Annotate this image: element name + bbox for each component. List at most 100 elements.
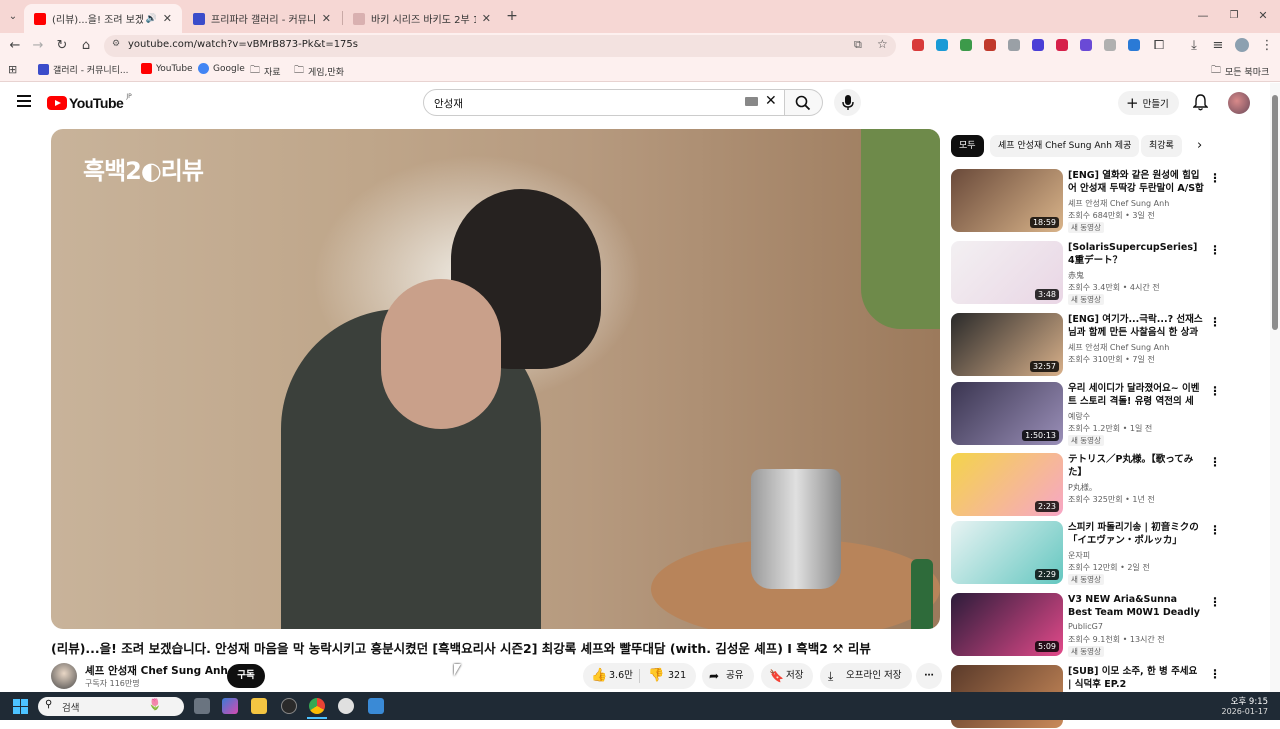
more-actions-icon[interactable]: ⋯ [916, 663, 942, 689]
recommendation-title[interactable]: [SolarisSupercupSeries] 4重デート？ [1068, 241, 1204, 267]
chip-choi-kangrok[interactable]: 최강록 [1141, 135, 1182, 157]
audio-playing-icon[interactable]: 🔊 [146, 14, 157, 24]
video-thumbnail[interactable]: 5:09 [951, 593, 1063, 656]
close-tab-icon[interactable]: ✕ [163, 12, 172, 25]
more-options-icon[interactable]: ⋮ [1209, 315, 1221, 329]
scrollbar-thumb[interactable] [1272, 95, 1278, 330]
tab-search-icon[interactable]: ⌄ [4, 8, 22, 26]
home-icon[interactable]: ⌂ [77, 37, 95, 55]
recommendation-channel[interactable]: 셰프 안성재 Chef Sung Anh [1068, 198, 1169, 209]
bookmark-folder-resources[interactable]: 🗀 자료 [250, 63, 281, 80]
youtube-logo[interactable]: YouTube JP [47, 93, 132, 111]
back-icon[interactable]: ← [6, 37, 24, 55]
recommendation-card[interactable]: 2:29 스피키 파돌리기송 | 初音ミクの「イエヴァン・ポルッカ」 운자피 조회수 … [951, 521, 1221, 585]
recommendation-channel[interactable]: 셰프 안성재 Chef Sung Anh [1068, 342, 1169, 353]
extension-icon[interactable] [1032, 39, 1044, 51]
extensions-puzzle-icon[interactable]: ⧠ [1150, 37, 1168, 55]
account-avatar[interactable] [1228, 92, 1250, 114]
recommendation-title[interactable]: テトリス／P丸様。【歌ってみた】 [1068, 453, 1204, 479]
app-icon[interactable] [338, 698, 354, 714]
channel-name[interactable]: 셰프 안성재 Chef Sung Anh [85, 663, 228, 678]
extension-icon[interactable] [912, 39, 924, 51]
recommendation-title[interactable]: 우리 세이디가 달라졌어요~ 이벤트 스토리 격돌! 유령 역전의 세상! ..… [1068, 382, 1204, 408]
recommendation-title[interactable]: [SUB] 이모 소주, 한 병 주세요 | 식덕후 EP.2 [1068, 665, 1204, 691]
bookmark-youtube[interactable]: YouTube [141, 63, 193, 74]
extension-icon[interactable] [1056, 39, 1068, 51]
reload-icon[interactable]: ↻ [53, 37, 71, 55]
page-scrollbar[interactable] [1270, 83, 1280, 692]
dislike-icon[interactable]: 👎 [648, 663, 664, 689]
bookmark-gallery[interactable]: 갤러리 - 커뮤니티... [38, 63, 129, 76]
subscribe-button[interactable]: 구독 [227, 664, 265, 688]
app-icon[interactable] [368, 698, 384, 714]
video-thumbnail[interactable]: 2:23 [951, 453, 1063, 516]
recommendation-channel[interactable]: 赤鬼 [1068, 270, 1084, 281]
video-thumbnail[interactable]: 2:29 [951, 521, 1063, 584]
like-icon[interactable]: 👍 [591, 663, 607, 689]
close-tab-icon[interactable]: ✕ [482, 12, 491, 25]
extension-icon[interactable] [960, 39, 972, 51]
recommendation-card[interactable]: 2:23 テトリス／P丸様。【歌ってみた】 P丸様。 조회수 325만회 • 1년 전… [951, 453, 1221, 517]
site-info-icon[interactable]: ⚙ [112, 39, 120, 49]
share-button[interactable]: ➦ 공유 [702, 663, 754, 689]
minimize-icon[interactable]: — [1194, 7, 1212, 25]
chrome-icon[interactable] [309, 698, 325, 714]
restore-icon[interactable]: ❐ [1225, 7, 1243, 25]
forward-icon[interactable]: → [29, 37, 47, 55]
downloads-icon[interactable]: ⤓ [1185, 37, 1203, 55]
chip-channel[interactable]: 셰프 안성재 Chef Sung Anh 제공 [990, 135, 1140, 157]
address-bar[interactable]: ⚙ youtube.com/watch?v=vBMrB873-Pk&t=175s… [104, 35, 896, 57]
recommendation-card[interactable]: 18:59 [ENG] 열화와 같은 원성에 힘입어 안성재 두딱강 두란말이 A… [951, 169, 1221, 233]
recommendation-title[interactable]: V3 NEW Aria&Sunna Best Team M0W1 Deadly … [1068, 593, 1204, 619]
extension-icon[interactable] [1008, 39, 1020, 51]
bookmark-folder-games[interactable]: 🗀 게임,만화 [294, 63, 344, 80]
extension-icon[interactable] [1104, 39, 1116, 51]
task-view-icon[interactable] [194, 698, 210, 714]
clock-date[interactable]: 2026-01-17 [1212, 707, 1269, 716]
dislike-count[interactable]: 321 [668, 663, 686, 689]
extension-icon[interactable] [1080, 39, 1092, 51]
offline-download-button[interactable]: ⤓ 오프라인 저장 [820, 663, 912, 689]
close-tab-icon[interactable]: ✕ [322, 12, 331, 25]
recommendation-channel[interactable]: 운자피 [1068, 550, 1090, 561]
video-thumbnail[interactable]: 18:59 [951, 169, 1063, 232]
clock-time[interactable]: 오후 9:15 [1222, 695, 1268, 707]
download-extension-icon[interactable] [1128, 39, 1140, 51]
recommendation-card[interactable]: 3:48 [SolarisSupercupSeries] 4重デート？ 赤鬼 조회수 … [951, 241, 1221, 305]
all-bookmarks-button[interactable]: 🗀 모든 북마크 [1211, 63, 1269, 80]
recommendation-card[interactable]: 1:50:13 우리 세이디가 달라졌어요~ 이벤트 스토리 격돌! 유령 역전의… [951, 382, 1221, 446]
notifications-bell-icon[interactable] [1192, 94, 1209, 115]
recommendation-title[interactable]: [ENG] 열화와 같은 원성에 힘입어 안성재 두딱강 두란말이 A/S합니.… [1068, 169, 1204, 195]
taskbar-search-box[interactable]: ⚲ 검색 🌷 [38, 697, 184, 716]
cast-icon[interactable]: ⧉ [854, 38, 862, 52]
profile-avatar[interactable] [1235, 38, 1249, 52]
windows-start-icon[interactable] [13, 699, 28, 714]
extension-icon[interactable] [936, 39, 948, 51]
clear-search-icon[interactable]: ✕ [765, 93, 777, 109]
recommendation-channel[interactable]: 예랑수 [1068, 411, 1090, 422]
more-options-icon[interactable]: ⋮ [1209, 667, 1221, 681]
more-options-icon[interactable]: ⋮ [1209, 595, 1221, 609]
recommendation-title[interactable]: [ENG] 여기가...극락...? 선재스님과 함께 만든 사찰음식 한 상과… [1068, 313, 1204, 339]
tab-prifara-gallery[interactable]: 프리파라 갤러리 - 커뮤니티 포 ✕ [183, 4, 341, 33]
recommendation-channel[interactable]: PublicG7 [1068, 622, 1103, 631]
like-count[interactable]: 3.6만 [609, 663, 633, 689]
create-button[interactable]: + 만들기 [1118, 91, 1179, 115]
recommendation-card[interactable]: 32:57 [ENG] 여기가...극락...? 선재스님과 함께 만든 사찰음식… [951, 313, 1221, 377]
file-explorer-icon[interactable] [251, 698, 267, 714]
bookmark-star-icon[interactable]: ☆ [877, 37, 888, 51]
keyboard-icon[interactable] [745, 97, 758, 106]
search-button[interactable] [785, 89, 823, 116]
new-tab-icon[interactable]: + [503, 7, 521, 25]
tab-baki[interactable]: 바키 시리즈 바키도 2부 128화 ✕ [343, 4, 501, 33]
tab-youtube[interactable]: (리뷰)...을! 조려 보겠습니다. 🔊 ✕ [24, 4, 182, 33]
recommendation-card[interactable]: 5:09 V3 NEW Aria&Sunna Best Team M0W1 Dea… [951, 593, 1221, 657]
recommendation-channel[interactable]: P丸様。 [1068, 482, 1097, 493]
chip-all[interactable]: 모두 [951, 135, 984, 157]
video-player[interactable]: 흑백2◐리뷰 [51, 129, 940, 629]
close-window-icon[interactable]: ✕ [1254, 7, 1272, 25]
extension-icon[interactable] [984, 39, 996, 51]
github-icon[interactable] [281, 698, 297, 714]
search-input[interactable]: 안성재 ✕ [423, 89, 785, 116]
more-options-icon[interactable]: ⋮ [1209, 384, 1221, 398]
